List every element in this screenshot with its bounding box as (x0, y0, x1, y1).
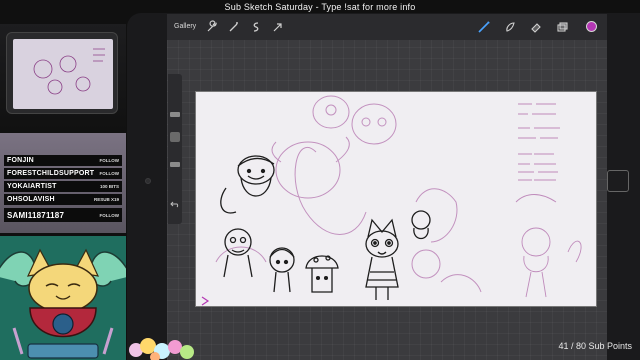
follower-row: OHSOLAVISH RESUB X19 (4, 194, 122, 205)
layers-icon[interactable] (555, 20, 569, 34)
follower-name: OHSOLAVISH (7, 196, 55, 203)
follower-row: FORESTCHILDSUPPORT FOLLOW (4, 168, 122, 179)
follower-row: FONJIN FOLLOW (4, 155, 122, 166)
stream-title: Sub Sketch Saturday - Type !sat for more… (224, 2, 416, 12)
follower-tag: FOLLOW (99, 171, 120, 176)
procreate-toolbar: Gallery (167, 14, 607, 40)
brush-icon[interactable] (477, 20, 491, 34)
transform-arrow-icon[interactable] (271, 20, 285, 34)
modify-button[interactable] (170, 132, 180, 142)
procreate-screen: Gallery (167, 14, 607, 360)
brush-opacity-slider[interactable] (170, 162, 180, 167)
webcam-tablet-screen (13, 39, 113, 109)
follower-name: YOKAIARTIST (7, 183, 57, 190)
follower-name: FORESTCHILDSUPPORT (7, 170, 95, 177)
webcam-feed (0, 24, 126, 130)
follower-tag: FOLLOW (99, 212, 120, 218)
sub-points-counter: 41 / 80 Sub Points (558, 341, 632, 351)
follower-tag: 100 BITS (99, 184, 119, 189)
undo-icon[interactable] (170, 196, 180, 208)
follower-tag: RESUB X19 (93, 197, 119, 202)
brush-size-slider[interactable] (170, 112, 180, 117)
wrench-icon[interactable] (205, 20, 219, 34)
camera-dot-icon (145, 178, 151, 184)
eraser-icon[interactable] (529, 20, 543, 34)
follower-row: YOKAIARTIST 100 BITS (4, 181, 122, 192)
gallery-button[interactable]: Gallery (174, 20, 196, 34)
mascot-illustration (0, 236, 126, 360)
candy-decoration (128, 326, 198, 360)
follower-name: SAMI11871187 (7, 210, 65, 220)
webcam-tablet (6, 32, 118, 114)
selection-icon[interactable] (249, 20, 263, 34)
magic-wand-icon[interactable] (227, 20, 241, 34)
smudge-icon[interactable] (503, 20, 517, 34)
artwork-canvas[interactable] (195, 91, 597, 307)
follower-row: SAMI11871187 FOLLOW (4, 208, 122, 222)
brush-sliders-panel (168, 74, 182, 224)
stream-overlay-frame (607, 170, 629, 192)
color-picker-swatch[interactable] (586, 21, 597, 32)
follower-tag: FOLLOW (99, 158, 120, 163)
recent-events-panel: FONJIN FOLLOW FORESTCHILDSUPPORT FOLLOW … (0, 133, 126, 233)
follower-name: FONJIN (7, 157, 34, 164)
